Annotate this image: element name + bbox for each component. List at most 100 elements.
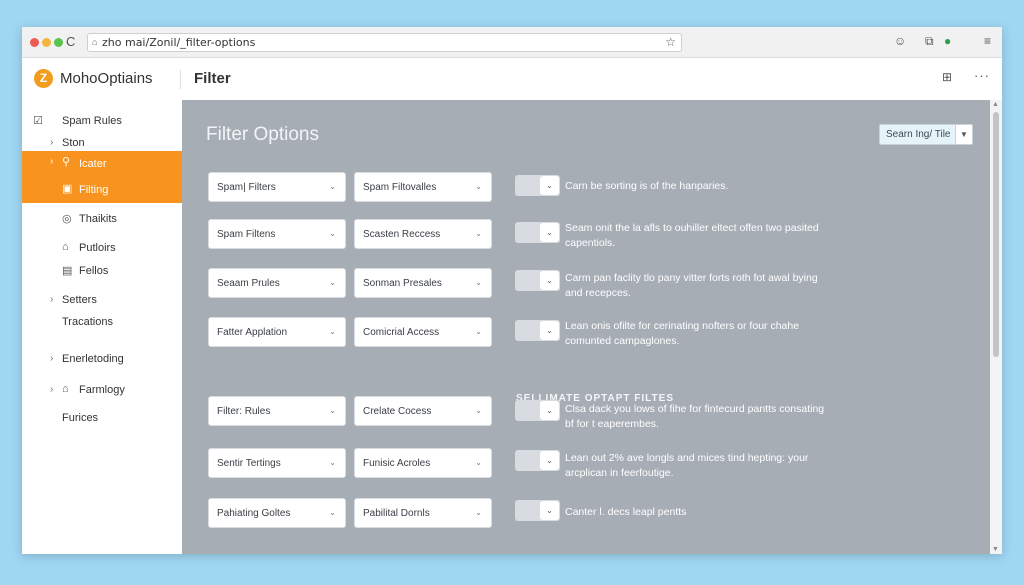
sidebar: ☑ Spam Rules › Ston › ⚲ Icater ▣ Filting… <box>22 100 182 554</box>
chevron-down-icon: ⌄ <box>475 229 482 238</box>
sidebar-item-label: Furices <box>62 412 99 424</box>
chevron-right-icon: › <box>50 294 54 305</box>
sidebar-item-enerletoding[interactable]: › Enerletoding <box>22 348 182 372</box>
chevron-down-icon: ⌄ <box>329 458 336 467</box>
dropdown-value: Crelate Cocess <box>363 406 432 417</box>
filter-dropdown-right[interactable]: Funisic Acroles ⌄ <box>354 448 492 478</box>
sidebar-item-setters[interactable]: › Setters <box>22 289 182 313</box>
app-header: Z MohoOptiains Filter ⊞ ··· <box>22 58 1002 100</box>
sidebar-item-label: Farmlogy <box>79 384 125 396</box>
lock-icon: ⌂ <box>62 241 69 253</box>
chevron-down-icon: ⌄ <box>475 458 482 467</box>
filter-dropdown-left[interactable]: Seaam Prules ⌄ <box>208 268 346 298</box>
minimize-window-button[interactable] <box>42 38 51 47</box>
filter-toggle[interactable]: ⌄ <box>515 222 560 243</box>
chevron-right-icon: › <box>50 384 54 395</box>
filter-toggle[interactable]: ⌄ <box>515 400 560 421</box>
sidebar-item-label: Putloirs <box>79 242 116 254</box>
filter-dropdown-left[interactable]: Spam| Filters ⌄ <box>208 172 346 202</box>
section-title: Filter Options <box>206 124 319 145</box>
vertical-scrollbar[interactable]: ▲ ▼ <box>990 100 1002 554</box>
filter-dropdown-right[interactable]: Crelate Cocess ⌄ <box>354 396 492 426</box>
filter-box-icon: ▣ <box>62 183 73 195</box>
filter-description: Canter l. decs leapl pentts <box>565 506 687 518</box>
browser-window: C ⌂ zho mai/Zonil/_filter-options ☆ ☺ ⧉ … <box>22 27 1002 554</box>
filter-description: Seam onit the la afls to ouhiller eltect… <box>565 222 819 249</box>
filter-dropdown-left[interactable]: Filter: Rules ⌄ <box>208 396 346 426</box>
sidebar-item-label: Spam Rules <box>62 115 122 127</box>
sidebar-item-label: Thaikits <box>79 213 117 225</box>
filter-dropdown-left[interactable]: Pahiating Goltes ⌄ <box>208 498 346 528</box>
sidebar-item-label: Fellos <box>79 265 109 277</box>
chrome-icon[interactable]: ● <box>944 34 951 48</box>
scroll-down-icon[interactable]: ▼ <box>992 546 999 553</box>
filter-description: Clsa dack you lows of fihe for fintecurd… <box>565 403 825 430</box>
chevron-right-icon: › <box>50 156 54 167</box>
dropdown-value: Pahiating Goltes <box>217 508 291 519</box>
filter-dropdown-left[interactable]: Fatter Applation ⌄ <box>208 317 346 347</box>
maximize-window-button[interactable] <box>54 38 63 47</box>
sidebar-item-icater[interactable]: › ⚲ Icater <box>22 151 182 178</box>
filter-dropdown-right[interactable]: Scasten Reccess ⌄ <box>354 219 492 249</box>
chevron-down-icon: ⌄ <box>475 278 482 287</box>
filter-toggle[interactable]: ⌄ <box>515 500 560 521</box>
chevron-down-icon: ▼ <box>955 125 972 144</box>
sidebar-item-label: Icater <box>79 158 107 170</box>
reload-icon[interactable]: C <box>66 34 75 49</box>
address-bar[interactable]: ⌂ zho mai/Zonil/_filter-options ☆ <box>87 33 682 52</box>
sidebar-item-spam-rules[interactable]: ☑ Spam Rules <box>22 110 182 134</box>
filter-toggle[interactable]: ⌄ <box>515 450 560 471</box>
dropdown-value: Pabilital Dornls <box>363 508 430 519</box>
filter-toggle[interactable]: ⌄ <box>515 175 560 196</box>
dropdown-value: Spam Filtovalles <box>363 182 437 193</box>
filter-toggle[interactable]: ⌄ <box>515 320 560 341</box>
sidebar-item-label: Setters <box>62 294 97 306</box>
sidebar-item-label: Tracations <box>62 316 113 328</box>
dropdown-value: Scasten Reccess <box>363 229 441 240</box>
sidebar-item-farmlogy[interactable]: › ⌂ Farmlogy <box>22 379 182 403</box>
filter-description: Lean onis ofilte for cerinating nofters … <box>565 320 800 347</box>
more-options-icon[interactable]: ··· <box>974 68 990 83</box>
chevron-right-icon: › <box>50 137 54 148</box>
chevron-down-icon: ⌄ <box>329 508 336 517</box>
filter-toggle[interactable]: ⌄ <box>515 270 560 291</box>
dropdown-value: Spam Filtens <box>217 229 276 240</box>
browser-menu-icon[interactable]: ≡ <box>984 34 991 48</box>
chevron-down-icon: ⌄ <box>475 406 482 415</box>
lock-icon: ⌂ <box>92 37 98 47</box>
sidebar-item-putloirs[interactable]: ⌂ Putloirs <box>22 237 182 261</box>
chevron-down-icon: ⌄ <box>540 501 559 520</box>
extension-icon[interactable]: ⧉ <box>925 34 934 49</box>
chevron-down-icon: ⌄ <box>540 271 559 290</box>
extension-icon[interactable]: ☺ <box>894 34 906 48</box>
target-icon: ◎ <box>62 213 72 225</box>
page-title: Filter <box>194 70 231 87</box>
filter-dropdown-right[interactable]: Pabilital Dornls ⌄ <box>354 498 492 528</box>
chevron-down-icon: ⌄ <box>475 327 482 336</box>
filter-dropdown-right[interactable]: Spam Filtovalles ⌄ <box>354 172 492 202</box>
chevron-down-icon: ⌄ <box>329 406 336 415</box>
sidebar-item-furices[interactable]: Furices <box>22 407 182 431</box>
filter-dropdown-right[interactable]: Sonman Presales ⌄ <box>354 268 492 298</box>
sidebar-item-label: Ston <box>62 137 85 149</box>
sidebar-item-tracations[interactable]: Tracations <box>22 311 182 335</box>
apps-grid-icon[interactable]: ⊞ <box>942 70 952 84</box>
filter-dropdown-left[interactable]: Sentir Tertings ⌄ <box>208 448 346 478</box>
sidebar-item-thaikits[interactable]: ◎ Thaikits <box>22 208 182 232</box>
sidebar-item-fellos[interactable]: ▤ Fellos <box>22 260 182 284</box>
app-logo: Z <box>34 69 53 88</box>
chevron-down-icon: ⌄ <box>329 182 336 191</box>
close-window-button[interactable] <box>30 38 39 47</box>
url-text[interactable]: zho mai/Zonil/_filter-options <box>102 36 255 49</box>
chevron-down-icon: ⌄ <box>540 451 559 470</box>
bookmark-star-icon[interactable]: ☆ <box>665 35 676 49</box>
scrollbar-thumb[interactable] <box>993 112 999 357</box>
filter-dropdown-right[interactable]: Comicrial Access ⌄ <box>354 317 492 347</box>
dropdown-value: Filter: Rules <box>217 406 271 417</box>
filter-dropdown-left[interactable]: Spam Filtens ⌄ <box>208 219 346 249</box>
view-select[interactable]: Searn Ing/ Tile ▼ <box>879 124 973 145</box>
header-divider <box>180 70 181 89</box>
scroll-up-icon[interactable]: ▲ <box>992 101 999 108</box>
chevron-down-icon: ⌄ <box>540 321 559 340</box>
sidebar-item-filting[interactable]: ▣ Filting <box>22 178 182 203</box>
